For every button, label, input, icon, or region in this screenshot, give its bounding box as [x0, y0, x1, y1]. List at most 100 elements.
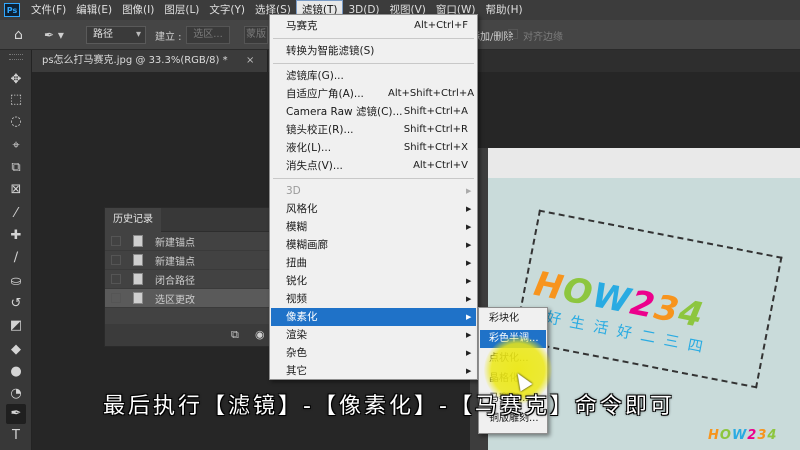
tools-panel: ✥ ⬚ ◌ ⌖ ⧉ ⊠ ⁄ ✚ ∕ ⛀ ↺ ◩ ◆ ● ◔ ✒ T — [0, 50, 32, 450]
document-title: ps怎么打马赛克.jpg @ 33.3%(RGB/8) * — [42, 55, 228, 66]
menu-item-shortcut: Alt+Shift+Ctrl+A — [388, 88, 475, 99]
pen-icon[interactable]: ✒ — [6, 404, 26, 424]
filter-menu-item[interactable]: 像素化 ▶ — [271, 308, 476, 326]
crop-icon[interactable]: ⧉ — [6, 158, 26, 178]
filter-menu-item[interactable]: 视频 ▶ — [271, 290, 476, 308]
history-state-label: 新建锚点 — [155, 257, 195, 268]
how234-watermark-logo: HOW234 — [708, 428, 778, 443]
path-mode-select[interactable]: 路径 — [86, 26, 146, 44]
history-row[interactable]: 新建锚点 — [105, 251, 273, 270]
stamp-icon[interactable]: ⛀ — [6, 272, 26, 292]
healing-icon[interactable]: ✚ — [6, 226, 26, 246]
history-row[interactable]: 选区更改 — [105, 289, 273, 308]
menu-item-shortcut: Shift+Ctrl+X — [403, 142, 468, 153]
history-state-icon — [133, 273, 143, 285]
menu-item-label: 模糊画廊 — [286, 239, 328, 251]
snapshot-source-checkbox[interactable] — [111, 255, 121, 265]
filter-menu-item[interactable]: 液化(L)... Shift+Ctrl+X — [271, 139, 476, 157]
filter-menu-item[interactable]: 扭曲 ▶ — [271, 254, 476, 272]
history-brush-icon[interactable]: ↺ — [6, 294, 26, 314]
quick-select-icon[interactable]: ⌖ — [6, 136, 26, 156]
filter-menu-item[interactable]: 镜头校正(R)... Shift+Ctrl+R — [271, 121, 476, 139]
blur-icon[interactable]: ● — [6, 362, 26, 382]
history-state-icon — [133, 292, 143, 304]
history-state-icon — [133, 254, 143, 266]
filter-menu-item[interactable]: 模糊画廊 ▶ — [271, 236, 476, 254]
menu-item[interactable]: 帮助(H) — [481, 0, 528, 20]
snapshot-source-checkbox[interactable] — [111, 236, 121, 246]
filter-menu-item[interactable]: 马赛克 Alt+Ctrl+F — [271, 17, 476, 35]
move-icon[interactable]: ✥ — [6, 70, 26, 90]
home-icon[interactable]: ⌂ — [14, 27, 30, 43]
lasso-icon[interactable]: ◌ — [6, 112, 26, 132]
submenu-arrow-icon: ▶ — [466, 295, 472, 303]
brush-icon[interactable]: ∕ — [6, 248, 26, 268]
filter-menu-item[interactable]: 杂色 ▶ — [271, 344, 476, 362]
menu-item-label: 转换为智能滤镜(S) — [286, 45, 375, 57]
video-subtitle: 最后执行【滤镜】-【像素化】-【马赛克】命令即可 — [103, 394, 675, 419]
filter-menu-item[interactable]: 滤镜库(G)... — [271, 67, 476, 85]
filter-menu-item[interactable]: Camera Raw 滤镜(C)... Shift+Ctrl+A — [271, 103, 476, 121]
menu-item[interactable]: 编辑(E) — [71, 0, 117, 20]
filter-menu-item[interactable]: 风格化 ▶ — [271, 200, 476, 218]
menu-item-label: 马赛克 — [286, 20, 318, 32]
menu-item[interactable]: 图层(L) — [159, 0, 204, 20]
filter-menu-item[interactable]: 模糊 ▶ — [271, 218, 476, 236]
menu-item-label: 3D — [286, 185, 301, 197]
menu-separator — [273, 178, 474, 179]
menu-item[interactable]: 文件(F) — [26, 0, 71, 20]
bucket-icon[interactable]: ◆ — [6, 340, 26, 360]
submenu-arrow-icon: ▶ — [466, 331, 472, 339]
menu-item-label: 其它 — [286, 365, 307, 377]
snapshot-source-checkbox[interactable] — [111, 293, 121, 303]
pixelate-submenu-item[interactable]: 彩块化 — [480, 310, 546, 328]
history-state-label: 选区更改 — [155, 295, 195, 306]
menu-item-label: 杂色 — [286, 347, 307, 359]
eyedropper-icon[interactable]: ⁄ — [6, 204, 26, 224]
menu-separator — [273, 63, 474, 64]
filter-menu-item: 3D ▶ — [271, 182, 476, 200]
menu-separator — [273, 38, 474, 39]
menu-item-label: 自适应广角(A)... — [286, 88, 364, 100]
build-label: 建立 : — [155, 32, 182, 43]
pen-tool-preset-icon[interactable]: ✒ ▾ — [44, 26, 72, 44]
marquee-icon[interactable]: ⬚ — [6, 90, 26, 110]
menu-item-label: Camera Raw 滤镜(C)... — [286, 106, 403, 118]
document-tab[interactable]: ps怎么打马赛克.jpg @ 33.3%(RGB/8) * × — [32, 50, 268, 72]
filter-menu-item[interactable]: 其它 ▶ — [271, 362, 476, 380]
history-panel-header: 历史记录 — [105, 208, 273, 232]
eraser-icon[interactable]: ◩ — [6, 316, 26, 336]
history-row[interactable]: 新建锚点 — [105, 232, 273, 251]
align-edges-label: 对齐边缘 — [523, 32, 563, 43]
filter-menu-item[interactable]: 消失点(V)... Alt+Ctrl+V — [271, 157, 476, 175]
dodge-icon[interactable]: ◔ — [6, 384, 26, 404]
menu-item[interactable]: 图像(I) — [117, 0, 159, 20]
submenu-arrow-icon: ▶ — [466, 349, 472, 357]
menu-item[interactable]: 文字(Y) — [204, 0, 250, 20]
history-tab[interactable]: 历史记录 — [105, 208, 161, 232]
snapshot-icon[interactable]: ◉ — [255, 328, 265, 341]
menu-item-shortcut: Shift+Ctrl+R — [403, 124, 468, 135]
menu-item-shortcut: Shift+Ctrl+A — [403, 106, 468, 117]
menu-item-shortcut: Alt+Ctrl+V — [413, 160, 468, 171]
filter-menu-item[interactable]: 渲染 ▶ — [271, 326, 476, 344]
filter-menu-item[interactable]: 转换为智能滤镜(S) — [271, 42, 476, 60]
menu-item-label: 镜头校正(R)... — [286, 124, 354, 136]
menu-item-label: 模糊 — [286, 221, 307, 233]
filter-menu-item[interactable]: 自适应广角(A)... Alt+Shift+Ctrl+A — [271, 85, 476, 103]
filter-menu-item[interactable]: 锐化 ▶ — [271, 272, 476, 290]
type-icon[interactable]: T — [6, 426, 26, 446]
mask-button[interactable]: 蒙版 — [244, 26, 268, 44]
close-icon[interactable]: × — [246, 50, 254, 72]
history-row[interactable]: 闭合路径 — [105, 270, 273, 289]
snapshot-source-checkbox[interactable] — [111, 274, 121, 284]
menu-item-label: 消失点(V)... — [286, 160, 343, 172]
filter-menu: 马赛克 Alt+Ctrl+F 转换为智能滤镜(S) 滤镜库(G)... 自适应广角(A)… — [269, 14, 478, 380]
new-document-icon[interactable]: ⧉ — [231, 328, 239, 342]
frame-icon[interactable]: ⊠ — [6, 180, 26, 200]
align-edges-checkbox[interactable] — [508, 29, 518, 39]
submenu-arrow-icon: ▶ — [466, 367, 472, 375]
selection-button[interactable]: 选区... — [186, 26, 230, 44]
menu-item-label: 滤镜库(G)... — [286, 70, 344, 82]
panel-grip[interactable] — [9, 54, 23, 60]
